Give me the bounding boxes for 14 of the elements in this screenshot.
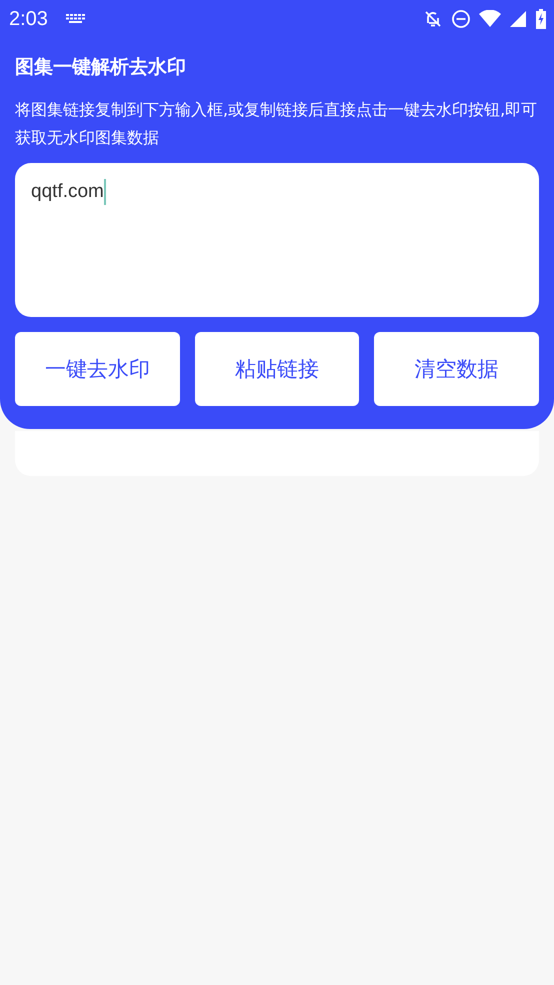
page-title: 图集一键解析去水印 [15,55,187,80]
action-button[interactable]: 清空数据 [374,332,540,406]
action-button[interactable]: 一键去水印 [15,332,180,406]
keyboard-icon [66,14,86,24]
input-field[interactable]: qqtf.com [15,163,539,317]
wifi-icon [479,10,501,28]
instructions-text: 将图集链接复制到下方输入框,或复制链接后直接点击一键去水印按钮,即可获取无水印图集数据 [15,99,538,149]
bell-off-icon [423,9,443,29]
signal-icon [509,10,527,28]
battery-icon [535,9,547,29]
do-not-disturb-icon [451,9,471,29]
action-button[interactable]: 粘贴链接 [194,332,360,406]
status-time: 2:03 [9,8,48,30]
text-cursor [104,179,106,205]
